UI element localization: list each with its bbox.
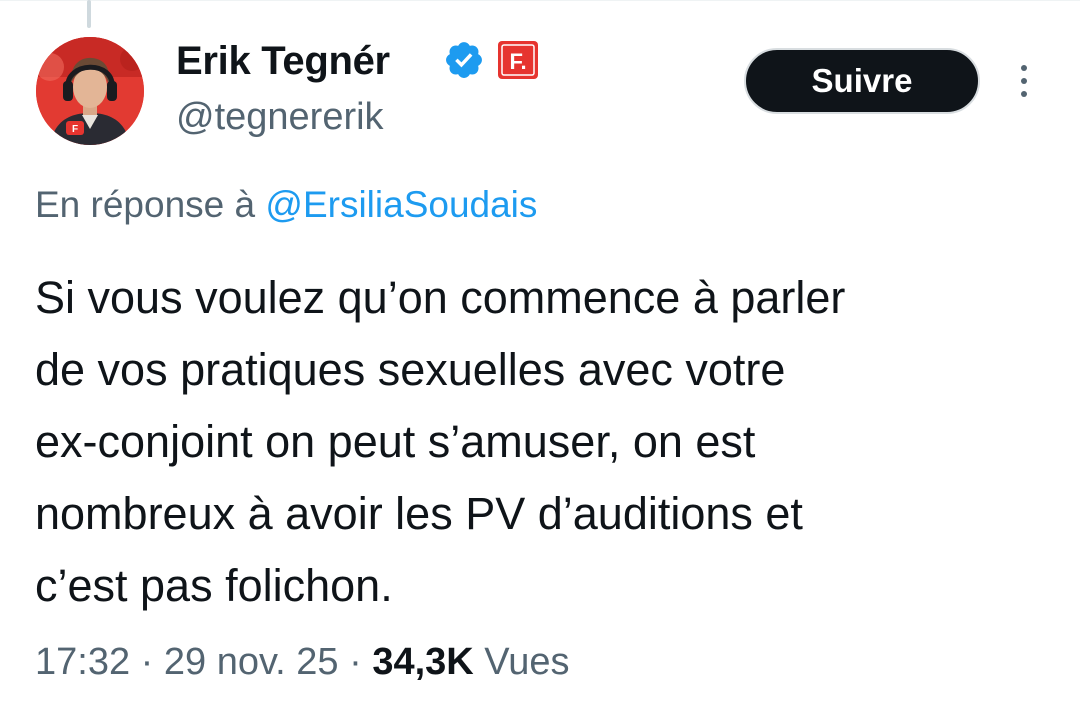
reply-prefix: En réponse à xyxy=(35,184,256,225)
tweet-time[interactable]: 17:32 xyxy=(35,641,130,683)
user-handle[interactable]: @tegnererik xyxy=(176,94,384,140)
meta-separator: · xyxy=(140,641,154,683)
views-label: Vues xyxy=(484,641,570,683)
tweet-text-line: nombreux à avoir les PV d’auditions et xyxy=(35,488,803,539)
reply-context: En réponse à @ErsiliaSoudais xyxy=(35,181,537,229)
affiliate-logo-icon[interactable]: F. xyxy=(497,40,539,80)
more-vertical-icon[interactable] xyxy=(1012,62,1036,102)
avatar[interactable]: F xyxy=(36,37,144,145)
avatar-image: F xyxy=(36,37,144,145)
top-divider xyxy=(0,0,1080,1)
thread-connector-line xyxy=(87,0,91,28)
tweet-text-line: de vos pratiques sexuelles avec votre xyxy=(35,344,786,395)
affiliate-letter: F. xyxy=(509,49,526,74)
tweet-text-line: c’est pas folichon. xyxy=(35,560,393,611)
tweet-text: Si vous voulez qu’on commence à parler d… xyxy=(35,262,1055,622)
tweet-meta: 17:32 · 29 nov. 25 · 34,3K Vues xyxy=(35,637,569,687)
views-count[interactable]: 34,3K xyxy=(372,641,473,683)
tweet-date[interactable]: 29 nov. 25 xyxy=(164,641,339,683)
tweet-text-line: Si vous voulez qu’on commence à parler xyxy=(35,272,846,323)
meta-separator: · xyxy=(349,641,362,683)
svg-text:F: F xyxy=(72,124,78,135)
reply-mention-link[interactable]: @ErsiliaSoudais xyxy=(265,184,537,225)
verified-badge-icon xyxy=(443,39,485,81)
display-name[interactable]: Erik Tegnér xyxy=(176,38,390,84)
follow-button[interactable]: Suivre xyxy=(744,48,980,114)
tweet-detail: F Erik Tegnér F. @tegnererik Suivre En r… xyxy=(0,0,1080,713)
tweet-text-line: ex-conjoint on peut s’amuser, on est xyxy=(35,416,756,467)
